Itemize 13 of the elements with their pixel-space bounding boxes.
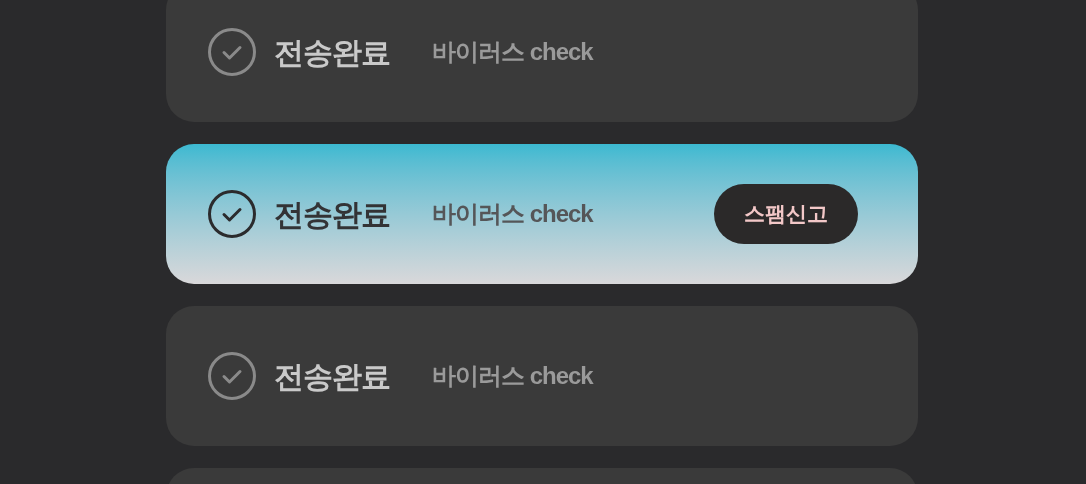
detail-label: 바이러스 check	[432, 361, 593, 391]
detail-label: 바이러스 check	[432, 37, 593, 67]
transfer-card[interactable]: 전송완료 바이러스 check	[166, 306, 918, 446]
transfer-card[interactable]: 전송완료 바이러스 check	[166, 0, 918, 122]
status-label: 전송완료	[274, 196, 390, 233]
status-label: 전송완료	[274, 34, 390, 71]
check-circle-icon	[208, 190, 256, 238]
transfer-card[interactable]: 전송완료 바이러스 check 스팸신고	[166, 144, 918, 284]
check-circle-icon	[208, 352, 256, 400]
detail-label: 바이러스 check	[432, 199, 593, 229]
spam-report-button[interactable]: 스팸신고	[714, 184, 858, 244]
check-circle-icon	[208, 28, 256, 76]
status-label: 전송완료	[274, 358, 390, 395]
